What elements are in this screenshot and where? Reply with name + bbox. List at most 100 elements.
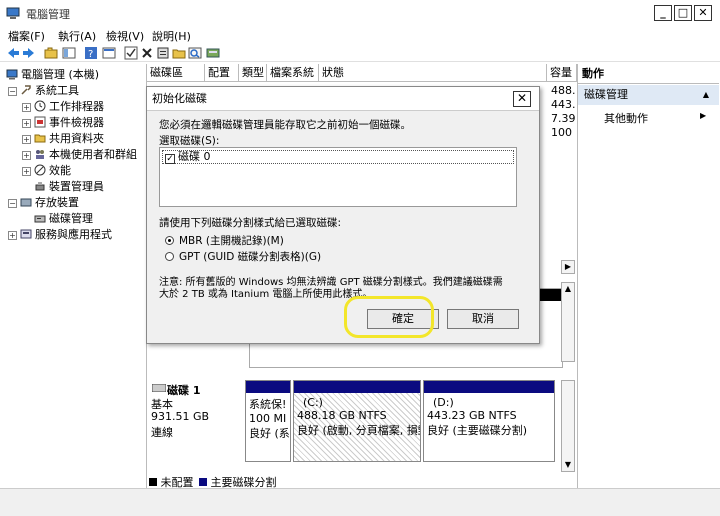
partition-status: 良好 (系 — [249, 427, 290, 440]
tree-item-disk-management[interactable]: 磁碟管理 — [34, 210, 93, 226]
menu-help[interactable]: 說明(H) — [152, 28, 191, 44]
column-layout[interactable]: 配置 — [205, 64, 239, 82]
tree-label: 本機使用者和群組 — [49, 148, 137, 161]
partition-label: (D:) — [433, 396, 454, 409]
menu-file[interactable]: 檔案(F) — [8, 28, 45, 44]
action-label: 磁碟管理 — [584, 88, 628, 101]
collapse-icon[interactable]: − — [8, 199, 17, 208]
action-more-label: 其他動作 — [604, 112, 648, 125]
toolbar: ? — [0, 44, 720, 62]
tree-item-system-tools[interactable]: − 系統工具 — [8, 82, 79, 98]
expand-icon[interactable]: + — [22, 151, 31, 160]
scroll-up-arrow-icon[interactable]: ▲ — [562, 283, 574, 295]
close-button[interactable]: ✕ — [694, 5, 712, 21]
expand-icon[interactable]: + — [8, 231, 17, 240]
minimize-button[interactable]: _ — [654, 5, 672, 21]
dialog-intro: 您必須在邏輯磁碟管理員能存取它之前初始一個磁碟。 — [159, 119, 411, 131]
highlight-annotation — [344, 296, 434, 338]
column-type[interactable]: 類型 — [239, 64, 267, 82]
tree-item-shared-folders[interactable]: + 共用資料夾 — [22, 130, 104, 146]
action-more[interactable]: 其他動作 ▶ — [604, 110, 706, 126]
unallocated-swatch — [149, 478, 157, 486]
expand-icon[interactable]: + — [22, 103, 31, 112]
tree-label: 電腦管理 (本機) — [21, 68, 100, 81]
computer-management-icon — [6, 7, 20, 19]
tree-item-storage[interactable]: − 存放裝置 — [8, 194, 79, 210]
tree-label: 磁碟管理 — [49, 212, 93, 225]
partition-bar — [424, 381, 554, 393]
mbr-option[interactable]: MBR (主開機記錄)(M) — [165, 233, 284, 248]
collapse-icon[interactable]: − — [8, 87, 17, 96]
shared-folder-icon — [34, 134, 46, 143]
tree-item-root[interactable]: 電腦管理 (本機) — [6, 66, 99, 82]
tree-item-services-apps[interactable]: + 服務與應用程式 — [8, 226, 112, 242]
tree-label: 系統工具 — [35, 84, 79, 97]
tree-label: 效能 — [49, 164, 71, 177]
partition-system-reserved[interactable]: 系統保! 100 MI 良好 (系 — [245, 380, 291, 462]
expand-icon[interactable]: + — [22, 167, 31, 176]
tree-item-local-users[interactable]: + 本機使用者和群組 — [22, 146, 137, 162]
action-disk-management[interactable]: 磁碟管理 ▲ — [578, 85, 719, 105]
disk-checkbox[interactable]: ✓ — [165, 154, 175, 164]
tree-label: 存放裝置 — [35, 196, 79, 209]
partition-label: (C:) — [303, 396, 323, 409]
dialog-title: 初始化磁碟 — [147, 87, 539, 111]
partition-d[interactable]: (D:) 443.23 GB NTFS 良好 (主要磁碟分割) — [423, 380, 555, 462]
services-icon — [20, 229, 32, 239]
tree-label: 共用資料夾 — [49, 132, 104, 145]
column-status[interactable]: 狀態 — [319, 64, 547, 82]
maximize-button[interactable]: □ — [674, 5, 692, 21]
tree-item-task-scheduler[interactable]: + 工作排程器 — [22, 98, 104, 114]
column-filesystem[interactable]: 檔案系統 — [267, 64, 319, 82]
properties-icon[interactable] — [102, 46, 116, 60]
cancel-button[interactable]: 取消 — [447, 309, 519, 329]
vertical-scrollbar-lower[interactable]: ▼ — [561, 380, 575, 472]
search-icon[interactable] — [188, 46, 202, 60]
disk-drive-icon — [152, 384, 166, 392]
menu-view[interactable]: 檢視(V) — [106, 28, 144, 44]
capacity-cell: 100 — [551, 126, 572, 139]
scroll-down-arrow-icon[interactable]: ▼ — [562, 459, 574, 471]
check-icon[interactable] — [124, 46, 138, 60]
mbr-radio[interactable] — [165, 236, 174, 245]
actions-header: 動作 — [578, 64, 719, 84]
column-capacity[interactable]: 容量 — [547, 64, 577, 82]
scroll-right-button[interactable]: ▶ — [561, 260, 575, 274]
partition-size: 100 MI — [249, 412, 287, 425]
disk-list[interactable]: ✓ 磁碟 0 — [159, 147, 517, 207]
up-folder-icon[interactable] — [44, 46, 58, 60]
tree-item-performance[interactable]: + 效能 — [22, 162, 71, 178]
actions-pane: 動作 磁碟管理 ▲ 其他動作 ▶ — [577, 64, 719, 488]
partition-c[interactable]: (C:) 488.18 GB NTFS 良好 (啟動, 分頁檔案, 損毀 — [293, 380, 421, 462]
storage-icon — [20, 198, 32, 207]
expand-icon[interactable]: + — [22, 135, 31, 144]
dialog-close-button[interactable]: ✕ — [513, 91, 531, 107]
window-title: 電腦管理 — [26, 8, 70, 21]
partition-status: 良好 (啟動, 分頁檔案, 損毀 — [297, 424, 421, 437]
device-manager-icon — [35, 182, 45, 191]
vertical-scrollbar-upper[interactable]: ▲ — [561, 282, 575, 362]
help-icon[interactable]: ? — [84, 46, 98, 60]
expand-icon[interactable]: + — [22, 119, 31, 128]
select-disk-label: 選取磁碟(S): — [159, 135, 220, 147]
menu-action[interactable]: 執行(A) — [58, 28, 96, 44]
gpt-option[interactable]: GPT (GUID 磁碟分割表格)(G) — [165, 249, 321, 264]
clock-icon — [34, 100, 46, 112]
collapse-up-icon[interactable]: ▲ — [703, 85, 709, 105]
tree-item-event-viewer[interactable]: + 事件檢視器 — [22, 114, 104, 130]
partition-status: 良好 (主要磁碟分割) — [427, 424, 528, 437]
mbr-label: MBR (主開機記錄)(M) — [179, 235, 284, 247]
disk1-size: 931.51 GB — [151, 410, 210, 423]
disk-list-item[interactable]: ✓ 磁碟 0 — [162, 150, 514, 164]
open-folder-icon[interactable] — [172, 46, 186, 60]
gpt-radio[interactable] — [165, 252, 174, 261]
properties-sheet-icon[interactable] — [156, 46, 170, 60]
back-arrow-icon[interactable] — [6, 46, 20, 60]
forward-arrow-icon[interactable] — [22, 46, 36, 60]
tree-item-device-manager[interactable]: 裝置管理員 — [34, 178, 104, 194]
tools-icon — [21, 85, 31, 95]
disk-tool-icon[interactable] — [206, 46, 220, 60]
show-hide-tree-icon[interactable] — [62, 46, 76, 60]
column-volume[interactable]: 磁碟區 — [147, 64, 205, 82]
delete-icon[interactable] — [140, 46, 154, 60]
